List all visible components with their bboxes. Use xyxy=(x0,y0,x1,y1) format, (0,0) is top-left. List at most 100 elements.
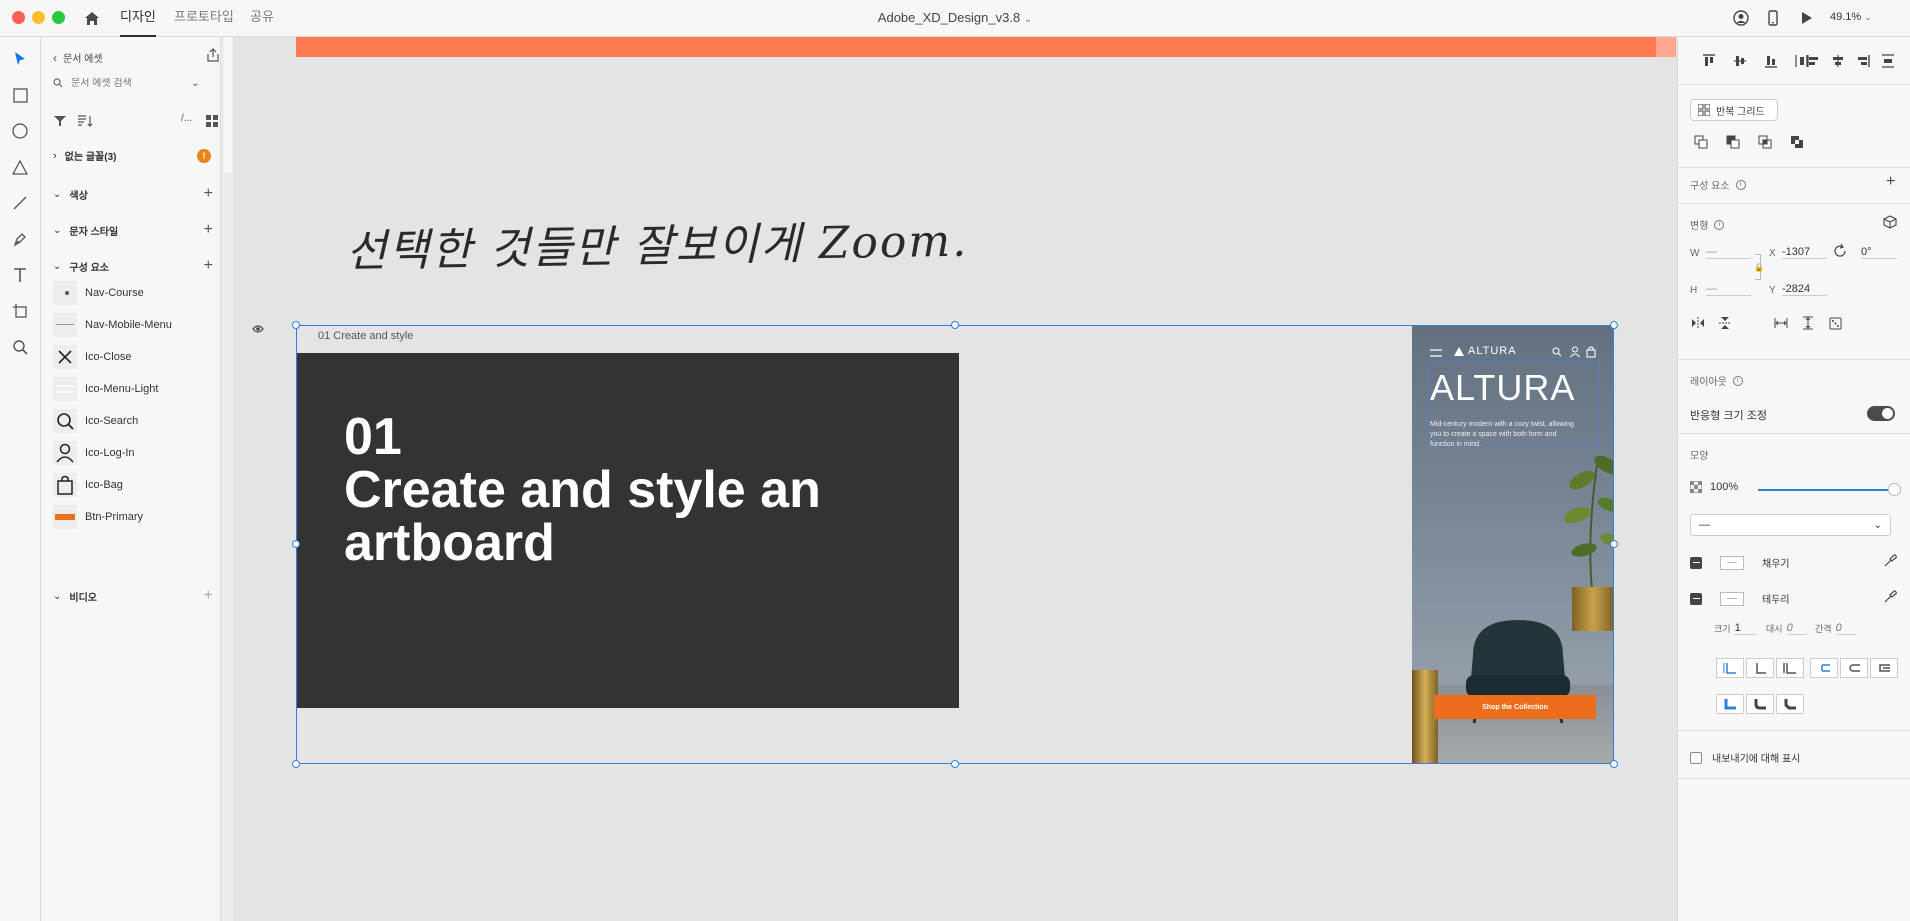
distribute-vertical-icon[interactable] xyxy=(1877,50,1899,72)
rotate-icon[interactable] xyxy=(1833,244,1847,258)
design-canvas[interactable]: 선택한 것들만 잘보이게 Zoom. 01 Create and style 0… xyxy=(236,37,1677,921)
home-icon[interactable] xyxy=(82,8,102,28)
align-top-icon[interactable] xyxy=(1698,50,1720,72)
pen-tool-icon[interactable] xyxy=(6,225,34,253)
component-item[interactable]: Ico-Bag xyxy=(53,472,213,498)
play-preview-icon[interactable] xyxy=(1797,8,1817,28)
flip-vertical-icon[interactable] xyxy=(1717,315,1733,331)
x-input[interactable]: -1307 xyxy=(1782,246,1827,259)
blend-mode-select[interactable]: — ⌄ xyxy=(1690,514,1891,536)
export-row[interactable]: 내보내기에 대해 표시 xyxy=(1690,750,1800,765)
3d-transform-icon[interactable] xyxy=(1883,215,1897,229)
missing-fonts-row[interactable]: › 없는 글꼴(3) ! xyxy=(53,148,223,163)
randomize-icon[interactable] xyxy=(1827,315,1843,331)
eye-icon[interactable] xyxy=(252,324,264,336)
scroll-thumb[interactable] xyxy=(224,37,232,173)
component-item[interactable]: Ico-Search xyxy=(53,408,213,434)
align-bottom-icon[interactable] xyxy=(1760,50,1782,72)
gap-field[interactable]: 간격 0 xyxy=(1815,622,1856,635)
tab-share[interactable]: 공유 xyxy=(250,0,274,37)
join-bevel-icon[interactable] xyxy=(1776,694,1804,714)
artboard-tool-icon[interactable] xyxy=(6,297,34,325)
char-styles-section-header[interactable]: ⌄ 문자 스타일 + xyxy=(53,221,223,239)
repeat-grid-button[interactable]: 반복 그리드 xyxy=(1690,99,1778,121)
add-video-icon[interactable]: + xyxy=(204,587,213,605)
resize-handle[interactable] xyxy=(292,760,300,768)
align-middle-icon[interactable] xyxy=(1729,50,1751,72)
component-item[interactable]: Ico-Menu-Light xyxy=(53,376,213,402)
intersect-icon[interactable] xyxy=(1754,131,1776,153)
eyedropper-icon[interactable] xyxy=(1883,554,1897,568)
align-center-icon[interactable] xyxy=(1827,50,1849,72)
union-icon[interactable] xyxy=(1690,131,1712,153)
flip-horizontal-icon[interactable] xyxy=(1690,315,1706,331)
colors-section-header[interactable]: ⌄ 색상 + xyxy=(53,185,223,203)
subtract-icon[interactable] xyxy=(1722,131,1744,153)
cap-round-icon[interactable] xyxy=(1840,658,1868,678)
opacity-slider-thumb[interactable] xyxy=(1888,483,1901,496)
rotation-input[interactable]: 0° xyxy=(1861,246,1897,259)
share-export-icon[interactable] xyxy=(205,47,221,63)
height-input[interactable]: — xyxy=(1706,283,1751,296)
add-component-icon[interactable]: + xyxy=(1886,173,1895,191)
text-tool-icon[interactable] xyxy=(6,261,34,289)
eyedropper-icon[interactable] xyxy=(1883,590,1897,604)
resize-handle[interactable] xyxy=(1610,321,1618,329)
add-color-icon[interactable]: + xyxy=(204,185,213,203)
stroke-size-field[interactable]: 크기 1 xyxy=(1714,622,1757,635)
stroke-outside-icon[interactable] xyxy=(1776,658,1804,678)
component-item[interactable]: Nav-Mobile-Menu xyxy=(53,312,213,338)
zoom-tool-icon[interactable] xyxy=(6,333,34,361)
vertical-spacing-icon[interactable] xyxy=(1800,315,1816,331)
cap-butt-icon[interactable] xyxy=(1810,658,1838,678)
info-icon[interactable]: i xyxy=(1732,375,1743,386)
orange-artboard-edge[interactable] xyxy=(296,37,1676,57)
chevron-down-icon[interactable]: ⌄ xyxy=(1024,14,1032,25)
chevron-down-icon[interactable]: ⌄ xyxy=(191,78,199,89)
device-preview-icon[interactable] xyxy=(1763,8,1783,28)
component-item[interactable]: Btn-Primary xyxy=(53,504,213,530)
select-tool-icon[interactable] xyxy=(6,45,34,73)
fill-checkbox[interactable] xyxy=(1690,556,1702,569)
resize-handle[interactable] xyxy=(292,321,300,329)
join-miter-icon[interactable] xyxy=(1716,694,1744,714)
component-item[interactable]: Ico-Close xyxy=(53,344,213,370)
dash-field[interactable]: 대시 0 xyxy=(1766,622,1807,635)
back-to-assets[interactable]: ‹ 문서 에셋 xyxy=(53,50,103,66)
video-section-header[interactable]: ⌄ 비디오 + xyxy=(53,587,223,605)
y-input[interactable]: -2824 xyxy=(1782,283,1827,296)
stroke-center-icon[interactable] xyxy=(1746,658,1774,678)
resize-handle[interactable] xyxy=(951,321,959,329)
ellipse-tool-icon[interactable] xyxy=(6,117,34,145)
asset-search-field[interactable]: ⌄ xyxy=(53,73,213,93)
resize-handle[interactable] xyxy=(292,540,300,548)
assets-scrollbar[interactable] xyxy=(221,37,235,921)
tab-prototype[interactable]: 프로토타입 xyxy=(174,0,234,37)
horizontal-spacing-icon[interactable] xyxy=(1773,315,1789,331)
filter-icon[interactable] xyxy=(53,114,67,128)
zoom-level[interactable]: 49.1% ⌄ xyxy=(1830,11,1872,23)
opacity-slider-track[interactable] xyxy=(1758,489,1893,491)
tab-design[interactable]: 디자인 xyxy=(120,0,156,37)
info-icon[interactable]: i xyxy=(1714,219,1725,230)
component-item[interactable]: Nav-Course xyxy=(53,280,213,306)
sort-icon[interactable] xyxy=(77,114,93,128)
component-item[interactable]: Ico-Log-In xyxy=(53,440,213,466)
selection-bounding-box[interactable] xyxy=(296,325,1614,764)
resize-handle[interactable] xyxy=(1610,540,1618,548)
cap-square-icon[interactable] xyxy=(1870,658,1898,678)
document-title-text[interactable]: Adobe_XD_Design_v3.8 xyxy=(878,10,1020,25)
line-tool-icon[interactable] xyxy=(6,189,34,217)
resize-handle[interactable] xyxy=(1610,760,1618,768)
path-view-icon[interactable]: /... xyxy=(181,113,192,124)
add-char-style-icon[interactable]: + xyxy=(204,221,213,239)
add-component-icon[interactable]: + xyxy=(204,257,213,275)
border-swatch[interactable] xyxy=(1720,591,1744,606)
join-round-icon[interactable] xyxy=(1746,694,1774,714)
fill-swatch[interactable] xyxy=(1720,555,1744,570)
close-window-button[interactable] xyxy=(12,11,25,24)
exclude-icon[interactable] xyxy=(1786,131,1808,153)
opacity-value[interactable]: 100% xyxy=(1710,481,1738,493)
export-checkbox[interactable] xyxy=(1690,751,1702,764)
align-right-icon[interactable] xyxy=(1852,50,1874,72)
